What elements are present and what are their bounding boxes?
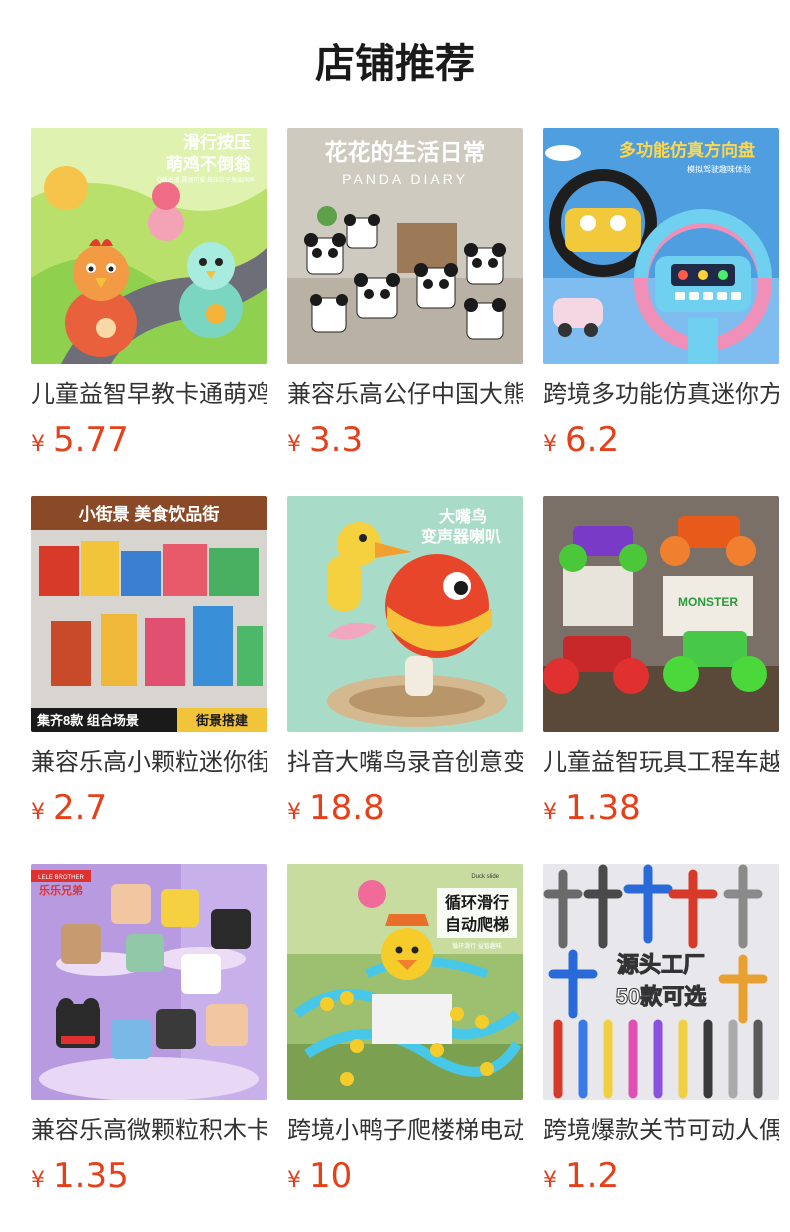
product-name[interactable]: 兼容乐高公仔中国大熊猫积木 [287,378,523,410]
product-price: ¥18.8 [287,786,523,830]
price-value: 10 [309,1156,353,1196]
product-card[interactable]: MONSTER 儿童益智玩具工程车越野车 ¥1.38 [543,496,779,830]
product-name[interactable]: 跨境小鸭子爬楼梯电动滑梯 [287,1114,523,1146]
svg-text:集齐8款 组合场景: 集齐8款 组合场景 [36,713,139,728]
product-price: ¥2.7 [31,786,267,830]
svg-text:变声器喇叭: 变声器喇叭 [421,527,501,546]
currency-symbol: ¥ [543,1168,557,1193]
currency-symbol: ¥ [543,432,557,457]
price-value: 2.7 [53,788,108,828]
product-card[interactable]: 花花的生活日常 PANDA DIARY 兼容乐高公仔中国大熊猫积木 ¥3.3 [287,128,523,462]
product-name[interactable]: 兼容乐高小颗粒迷你街景积木 [31,746,267,778]
articulated-figures-image: 源头工厂 50款可选 [543,864,779,1100]
svg-text:50款可选: 50款可选 [616,984,706,1009]
currency-symbol: ¥ [287,800,301,825]
product-price: ¥5.77 [31,418,267,462]
svg-text:花花的生活日常: 花花的生活日常 [325,139,486,165]
tumbler-chick-toy-image: 滑行按压 萌鸡不倒翁 Q萌出道,圆润可爱,按压肚子发出叫声 [31,128,267,364]
price-value: 1.2 [565,1156,620,1196]
product-card[interactable]: Duck slide 循环滑行 自动爬梯 循环滑行 益智趣味 跨境小鸭子爬楼梯电… [287,864,523,1198]
product-image[interactable]: 小街景 美食饮品街 集齐8款 组合场景 街景搭建 [31,496,267,732]
cartoon-figure-blocks-image: LELE BROTHER 乐乐兄弟 [31,864,267,1100]
product-image[interactable]: MONSTER [543,496,779,732]
price-value: 1.38 [565,788,641,828]
product-card[interactable]: 滑行按压 萌鸡不倒翁 Q萌出道,圆润可爱,按压肚子发出叫声 儿童益智早教卡通萌鸡… [31,128,267,462]
steering-wheel-toy-image: 多功能仿真方向盘 模拟驾驶趣味体验 [543,128,779,364]
svg-text:乐乐兄弟: 乐乐兄弟 [39,883,83,897]
product-image[interactable]: LELE BROTHER 乐乐兄弟 [31,864,267,1100]
svg-text:大嘴鸟: 大嘴鸟 [439,507,487,526]
price-value: 5.77 [53,420,129,460]
svg-text:自动爬梯: 自动爬梯 [445,915,509,934]
currency-symbol: ¥ [287,432,301,457]
product-name[interactable]: 跨境多功能仿真迷你方向盘 [543,378,779,410]
currency-symbol: ¥ [31,432,45,457]
product-image[interactable]: Duck slide 循环滑行 自动爬梯 循环滑行 益智趣味 [287,864,523,1100]
product-card[interactable]: 小街景 美食饮品街 集齐8款 组合场景 街景搭建 兼容乐高小颗粒迷你街景积木 ¥… [31,496,267,830]
svg-text:LELE BROTHER: LELE BROTHER [38,875,84,881]
big-mouth-bird-toy-image: 大嘴鸟 变声器喇叭 [287,496,523,732]
svg-text:模拟驾驶趣味体验: 模拟驾驶趣味体验 [687,164,751,174]
currency-symbol: ¥ [31,1168,45,1193]
svg-text:Q萌出道,圆润可爱,按压肚子发出叫声: Q萌出道,圆润可爱,按压肚子发出叫声 [157,176,255,184]
product-image[interactable]: 滑行按压 萌鸡不倒翁 Q萌出道,圆润可爱,按压肚子发出叫声 [31,128,267,364]
svg-text:街景搭建: 街景搭建 [195,713,248,728]
street-view-blocks-image: 小街景 美食饮品街 集齐8款 组合场景 街景搭建 [31,496,267,732]
page-title: 店铺推荐 [315,41,475,87]
product-name[interactable]: 儿童益智早教卡通萌鸡不倒翁 [31,378,267,410]
product-card[interactable]: 多功能仿真方向盘 模拟驾驶趣味体验 跨境多功能仿真迷你方向盘 ¥6.2 [543,128,779,462]
svg-text:滑行按压: 滑行按压 [183,132,251,152]
price-value: 18.8 [309,788,385,828]
product-name[interactable]: 儿童益智玩具工程车越野车 [543,746,779,778]
product-price: ¥1.35 [31,1154,267,1198]
product-card[interactable]: LELE BROTHER 乐乐兄弟 兼容乐高微颗粒积木卡通公仔 ¥1.35 [31,864,267,1198]
currency-symbol: ¥ [31,800,45,825]
svg-text:PANDA DIARY: PANDA DIARY [342,171,468,187]
product-image[interactable]: 多功能仿真方向盘 模拟驾驶趣味体验 [543,128,779,364]
product-price: ¥3.3 [287,418,523,462]
monster-truck-toys-image: MONSTER [543,496,779,732]
svg-text:多功能仿真方向盘: 多功能仿真方向盘 [619,140,755,160]
product-image[interactable]: 大嘴鸟 变声器喇叭 [287,496,523,732]
price-value: 6.2 [565,420,620,460]
svg-text:源头工厂: 源头工厂 [617,952,705,977]
svg-text:MONSTER: MONSTER [678,595,738,609]
product-image[interactable]: 源头工厂 50款可选 [543,864,779,1100]
product-price: ¥6.2 [543,418,779,462]
svg-text:小街景 美食饮品街: 小街景 美食饮品街 [79,504,220,524]
product-card[interactable]: 源头工厂 50款可选 跨境爆款关节可动人偶模型 ¥1.2 [543,864,779,1198]
product-name[interactable]: 兼容乐高微颗粒积木卡通公仔 [31,1114,267,1146]
duck-slide-track-image: Duck slide 循环滑行 自动爬梯 循环滑行 益智趣味 [287,864,523,1100]
currency-symbol: ¥ [287,1168,301,1193]
product-price: ¥1.2 [543,1154,779,1198]
price-value: 1.35 [53,1156,129,1196]
product-image[interactable]: 花花的生活日常 PANDA DIARY [287,128,523,364]
product-price: ¥10 [287,1154,523,1198]
product-name[interactable]: 抖音大嘴鸟录音创意变声器 [287,746,523,778]
product-price: ¥1.38 [543,786,779,830]
svg-text:Duck slide: Duck slide [471,874,499,880]
product-name[interactable]: 跨境爆款关节可动人偶模型 [543,1114,779,1146]
store-recommendations-page: 店铺推荐 滑行按压 萌鸡不倒翁 Q萌出道,圆润可爱,按压肚子发出叫声 儿童益智早… [0,0,790,1232]
svg-text:循环滑行 益智趣味: 循环滑行 益智趣味 [452,942,502,950]
product-card[interactable]: 大嘴鸟 变声器喇叭 抖音大嘴鸟录音创意变声器 ¥18.8 [287,496,523,830]
currency-symbol: ¥ [543,800,557,825]
panda-blocks-image: 花花的生活日常 PANDA DIARY [287,128,523,364]
price-value: 3.3 [309,420,364,460]
svg-text:循环滑行: 循环滑行 [445,893,509,912]
svg-text:萌鸡不倒翁: 萌鸡不倒翁 [166,154,252,174]
